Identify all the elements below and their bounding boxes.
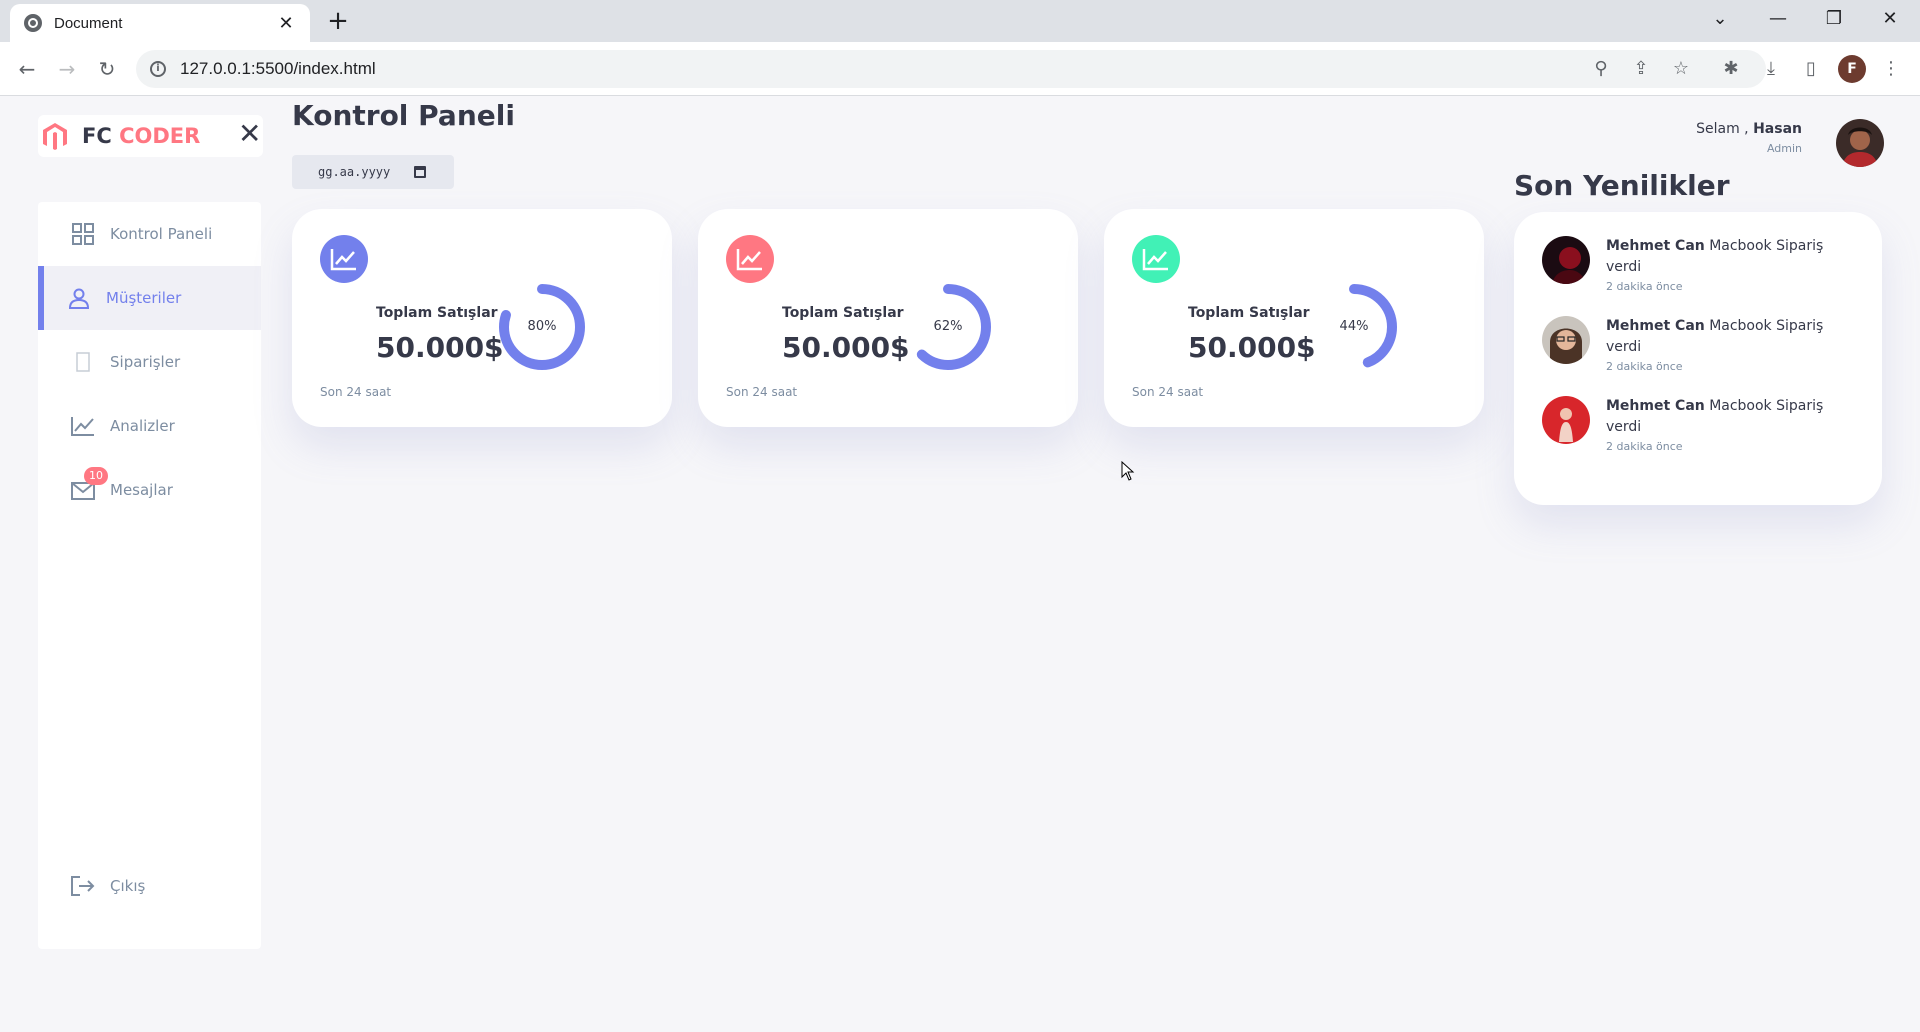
sidebar-item-label: Çıkış <box>110 877 146 895</box>
card-value: 50.000$ <box>782 331 910 364</box>
person-icon <box>66 285 92 311</box>
progress-percent: 80% <box>527 319 557 334</box>
avatar <box>1542 316 1590 364</box>
progress-percent: 44% <box>1339 319 1369 334</box>
sidebar-item-kontrol-paneli[interactable]: Kontrol Paneli <box>38 202 261 266</box>
forward-icon[interactable]: → <box>52 54 82 84</box>
sidebar-item-siparisler[interactable]: Siparişler <box>38 330 261 394</box>
progress-percent: 62% <box>933 319 963 334</box>
extensions-icon[interactable]: ✱ <box>1718 56 1744 82</box>
insights-icon <box>70 413 96 439</box>
mail-icon: 10 <box>70 467 108 503</box>
brand-logo: FC CODER <box>38 115 263 157</box>
browser-toolbar: ← → ↻ i 127.0.0.1:5500/index.html ⚲ ⇪ ☆ … <box>0 42 1920 96</box>
url-text: 127.0.0.1:5500/index.html <box>180 59 376 78</box>
tab-search-button[interactable]: ⌄ <box>1700 8 1740 29</box>
avatar <box>1542 396 1590 444</box>
sidebar-item-label: Mesajlar <box>110 481 173 499</box>
sidebar-item-cikis[interactable]: Çıkış <box>38 854 261 918</box>
browser-tab[interactable]: Document ✕ <box>10 4 310 42</box>
user-greeting: Selam , Hasan Admin <box>1696 121 1802 155</box>
user-role: Admin <box>1766 142 1802 155</box>
sidebar-item-label: Kontrol Paneli <box>110 225 213 243</box>
reload-icon[interactable]: ↻ <box>92 54 122 84</box>
avatar[interactable] <box>1836 119 1884 167</box>
user-name: Hasan <box>1753 121 1802 137</box>
download-icon[interactable]: ⤓ <box>1758 56 1784 82</box>
sales-card: Toplam Satışlar 50.000$ 80% Son 24 saat <box>292 209 672 427</box>
site-info-icon[interactable]: i <box>150 61 166 77</box>
magento-logo-icon <box>40 121 70 151</box>
globe-icon <box>24 14 42 32</box>
card-label: Toplam Satışlar <box>782 305 904 321</box>
minimize-button[interactable]: — <box>1758 8 1798 29</box>
date-placeholder: gg.aa.yyyy <box>318 165 391 179</box>
address-bar[interactable]: i 127.0.0.1:5500/index.html <box>136 50 1766 88</box>
sidebar-close-button[interactable]: ✕ <box>238 119 261 149</box>
sales-card: Toplam Satışlar 50.000$ 62% Son 24 saat <box>698 209 1078 427</box>
card-value: 50.000$ <box>1188 331 1316 364</box>
greeting-text: Selam , <box>1696 121 1749 137</box>
bookmark-star-icon[interactable]: ☆ <box>1668 56 1694 82</box>
restore-button[interactable]: ❐ <box>1814 8 1854 29</box>
card-label: Toplam Satışlar <box>376 305 498 321</box>
card-subtitle: Son 24 saat <box>320 385 392 399</box>
zoom-icon[interactable]: ⚲ <box>1588 56 1614 82</box>
sidebar-item-label: Müşteriler <box>106 289 182 307</box>
trend-icon <box>726 235 774 283</box>
window-close-button[interactable]: ✕ <box>1870 8 1910 29</box>
sidebar-item-label: Analizler <box>110 417 175 435</box>
sidebar-item-label: Siparişler <box>110 353 181 371</box>
updates-panel: Mehmet Can Macbook Sipariş verdi 2 dakik… <box>1514 212 1882 505</box>
side-panel-icon[interactable]: ▯ <box>1798 56 1824 82</box>
update-text: Mehmet Can Macbook Sipariş verdi <box>1606 318 1824 355</box>
card-subtitle: Son 24 saat <box>1132 385 1204 399</box>
mouse-cursor-icon <box>1121 460 1135 485</box>
card-label: Toplam Satışlar <box>1188 305 1310 321</box>
sidebar-item-analizler[interactable]: Analizler <box>38 394 261 458</box>
share-icon[interactable]: ⇪ <box>1628 56 1654 82</box>
sales-card: Toplam Satışlar 50.000$ 44% Son 24 saat <box>1104 209 1484 427</box>
card-subtitle: Son 24 saat <box>726 385 798 399</box>
update-time: 2 dakika önce <box>1606 280 1683 293</box>
page-title: Kontrol Paneli <box>292 99 515 132</box>
tab-close-button[interactable]: ✕ <box>276 13 296 34</box>
update-text: Mehmet Can Macbook Sipariş verdi <box>1606 238 1824 275</box>
menu-dots-icon[interactable]: ⋮ <box>1878 56 1904 82</box>
avatar <box>1542 236 1590 284</box>
date-input[interactable]: gg.aa.yyyy <box>292 155 454 189</box>
updates-title: Son Yenilikler <box>1514 169 1730 202</box>
receipt-icon <box>70 349 96 375</box>
brand-name: FC CODER <box>82 124 201 148</box>
tab-title: Document <box>54 14 123 32</box>
update-time: 2 dakika önce <box>1606 360 1683 373</box>
browser-tab-bar: Document ✕ + ⌄ — ❐ ✕ <box>0 0 1920 42</box>
calendar-icon[interactable] <box>414 166 426 178</box>
trend-icon <box>320 235 368 283</box>
update-text: Mehmet Can Macbook Sipariş verdi <box>1606 398 1824 435</box>
sidebar-item-mesajlar[interactable]: 10 Mesajlar <box>38 458 261 522</box>
logout-icon <box>70 873 96 899</box>
trend-icon <box>1132 235 1180 283</box>
update-time: 2 dakika önce <box>1606 440 1683 453</box>
new-tab-button[interactable]: + <box>325 8 351 34</box>
sidebar-item-musteriler[interactable]: Müşteriler <box>38 266 261 330</box>
message-count-badge: 10 <box>84 467 108 485</box>
sidebar: Kontrol Paneli Müşteriler Siparişler Ana… <box>38 202 261 949</box>
dashboard-page: FC CODER ✕ Kontrol Paneli Müşteriler Sip… <box>0 97 1920 1032</box>
back-icon[interactable]: ← <box>12 54 42 84</box>
grid-icon <box>70 221 96 247</box>
card-value: 50.000$ <box>376 331 504 364</box>
profile-avatar[interactable]: F <box>1838 55 1866 83</box>
